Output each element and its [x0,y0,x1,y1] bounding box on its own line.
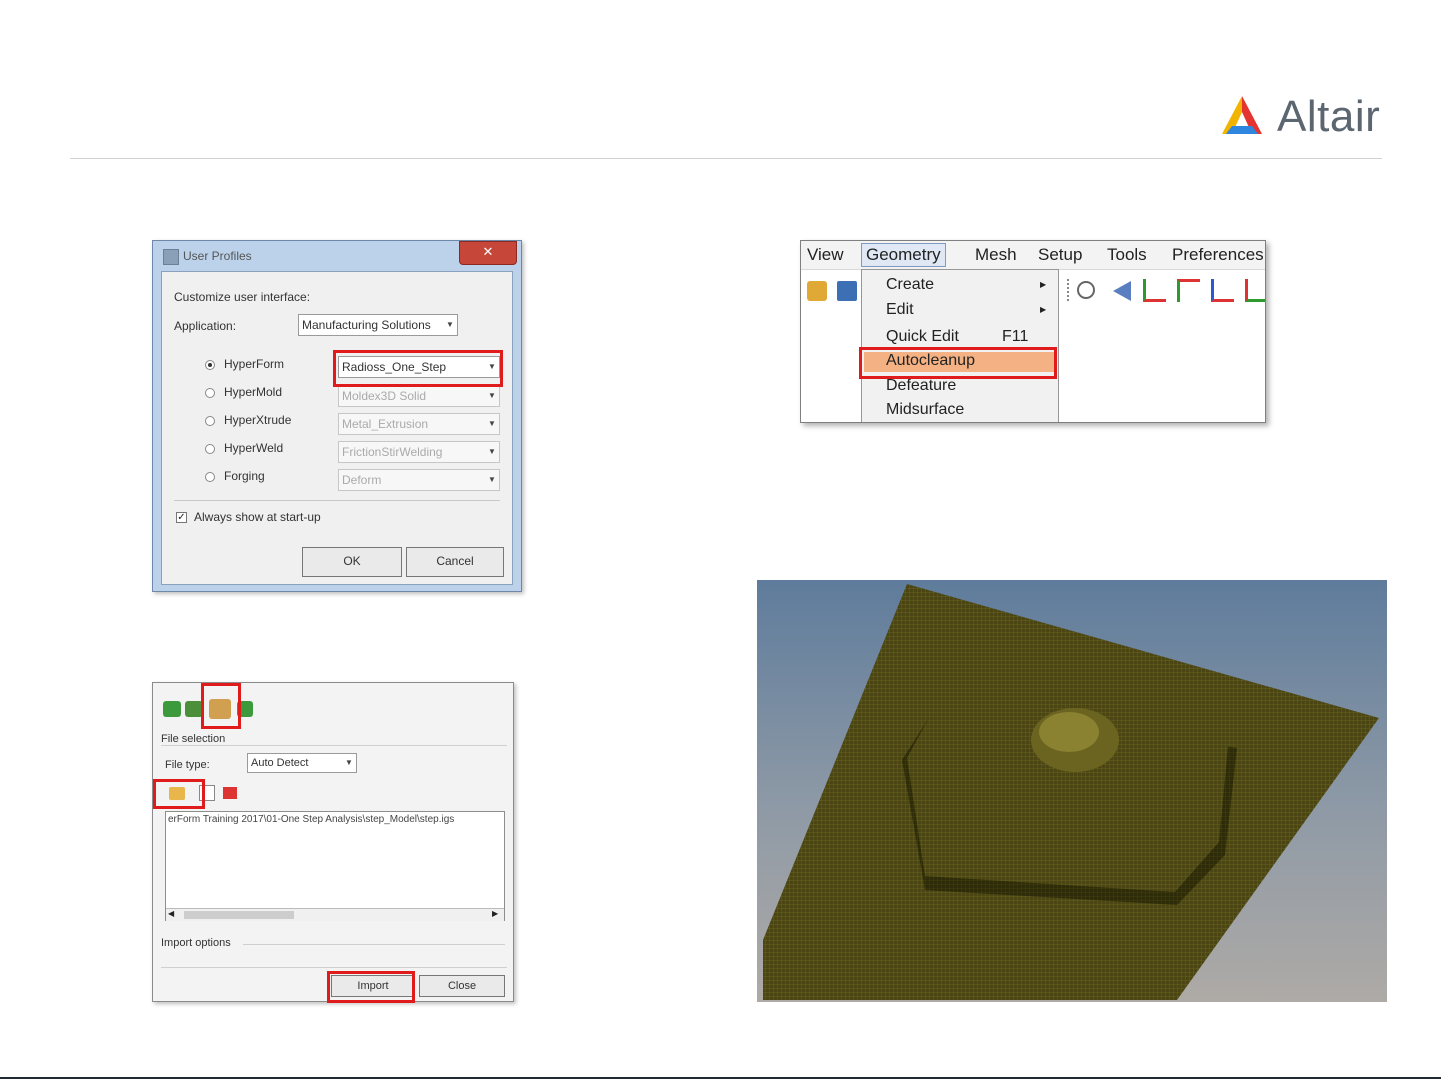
always-show-checkbox[interactable]: ✓ [176,512,187,523]
application-select-value: Manufacturing Solutions [302,318,431,332]
back-arrow-icon[interactable] [1113,281,1131,301]
altair-logo-text: Altair [1277,92,1381,141]
section-divider [161,967,507,968]
chevron-down-icon: ▼ [488,447,496,456]
mesh-model-image [763,584,1379,1000]
chevron-down-icon: ▼ [488,475,496,484]
footer-divider [0,1077,1441,1079]
profile-select-hyperxtrude[interactable]: Metal_Extrusion ▼ [338,413,500,435]
dialog-app-icon [163,249,179,265]
always-show-label: Always show at start-up [194,510,321,524]
highlight-box [153,779,205,809]
scroll-right-icon[interactable]: ▶ [492,909,498,918]
highlight-box [333,350,503,387]
view-axis-icon[interactable] [1143,279,1166,302]
view-axis-icon[interactable] [1177,279,1200,302]
profile-value-hypermold: Moldex3D Solid [342,389,427,403]
section-divider [161,745,507,746]
shortcut-quick-edit: F11 [1002,328,1029,345]
profile-value-forging: Deform [342,473,382,487]
submenu-arrow-icon: ▶ [1040,305,1047,314]
zoom-icon[interactable] [1077,281,1095,299]
menu-mesh[interactable]: Mesh [975,245,1017,265]
radio-hyperweld[interactable] [205,444,215,454]
menu-item-create[interactable]: Create [886,276,934,294]
menu-geometry[interactable]: Geometry [861,243,946,267]
profile-select-hypermold[interactable]: Moldex3D Solid ▼ [338,385,500,407]
mesh-render-viewport [757,580,1387,1002]
radio-hyperxtrude[interactable] [205,416,215,426]
horizontal-scrollbar[interactable]: ◀ ▶ [166,908,504,921]
submenu-arrow-icon: ▶ [1040,280,1047,289]
geometry-dropdown: Create ▶ Edit ▶ Quick Edit F11 Autoclean… [861,269,1059,422]
radio-hypermold[interactable] [205,388,215,398]
highlight-box [859,347,1057,379]
dialog-separator [174,500,500,501]
file-list[interactable]: erForm Training 2017\01-One Step Analysi… [165,811,505,921]
option-label-forging: Forging [224,469,265,483]
radio-forging[interactable] [205,472,215,482]
profile-value-hyperxtrude: Metal_Extrusion [342,417,429,431]
mesh-dome-highlight [1039,712,1099,752]
customize-label: Customize user interface: [174,290,311,304]
highlight-box [201,683,241,729]
menubar: View Geometry Mesh Setup Tools Preferenc… [801,241,1265,270]
ok-button[interactable]: OK [302,547,402,577]
radio-hyperform[interactable] [205,360,215,370]
section-divider [243,944,505,945]
menu-item-edit[interactable]: Edit [886,301,914,319]
altair-logo-icon [1222,96,1262,134]
profile-select-forging[interactable]: Deform ▼ [338,469,500,491]
cancel-button[interactable]: Cancel [406,547,504,577]
save-icon[interactable] [837,281,857,301]
close-button[interactable]: Close [419,975,505,997]
remove-file-icon[interactable] [223,787,237,799]
view-axis-icon[interactable] [1211,279,1234,302]
option-label-hyperweld: HyperWeld [224,441,284,455]
menu-item-midsurface[interactable]: Midsurface [886,401,964,419]
import-panel: File selection File type: Auto Detect ▼ … [152,682,514,1003]
option-label-hyperxtrude: HyperXtrude [224,413,292,427]
file-type-value: Auto Detect [251,757,309,769]
menu-setup[interactable]: Setup [1038,245,1082,265]
chevron-down-icon: ▼ [345,758,353,767]
menu-item-quick-edit[interactable]: Quick Edit [886,328,959,346]
file-path: erForm Training 2017\01-One Step Analysi… [168,814,455,825]
header-divider [70,158,1382,159]
application-label: Application: [174,319,237,333]
menu-tools[interactable]: Tools [1107,245,1147,265]
geometry-menu-screenshot: View Geometry Mesh Setup Tools Preferenc… [800,240,1266,423]
chevron-down-icon: ▼ [488,391,496,400]
application-select[interactable]: Manufacturing Solutions ▼ [298,314,458,336]
import-options-label: Import options [161,937,231,949]
profile-select-hyperweld[interactable]: FrictionStirWelding ▼ [338,441,500,463]
chevron-down-icon: ▼ [488,419,496,428]
close-button[interactable]: ✕ [459,241,517,265]
dialog-body: Customize user interface: Application: M… [161,271,513,585]
file-selection-label: File selection [161,733,226,745]
menu-preferences[interactable]: Preferences [1172,245,1264,265]
scroll-thumb[interactable] [184,911,294,919]
chevron-down-icon: ▼ [446,320,454,329]
dialog-title: User Profiles [183,249,252,263]
file-type-select[interactable]: Auto Detect ▼ [247,753,357,773]
highlight-box [327,971,415,1003]
file-type-label: File type: [165,759,210,771]
toolbar-grip [1067,279,1073,301]
import-model-icon[interactable] [163,701,181,717]
user-profiles-dialog: User Profiles ✕ Customize user interface… [152,240,522,592]
option-label-hypermold: HyperMold [224,385,283,399]
menu-item-defeature[interactable]: Defeature [886,377,956,395]
profile-value-hyperweld: FrictionStirWelding [342,445,443,459]
option-label-hyperform: HyperForm [224,357,285,371]
scroll-left-icon[interactable]: ◀ [168,909,174,918]
menu-view[interactable]: View [807,245,844,265]
open-model-icon[interactable] [807,281,827,301]
view-axis-icon[interactable] [1245,279,1265,302]
